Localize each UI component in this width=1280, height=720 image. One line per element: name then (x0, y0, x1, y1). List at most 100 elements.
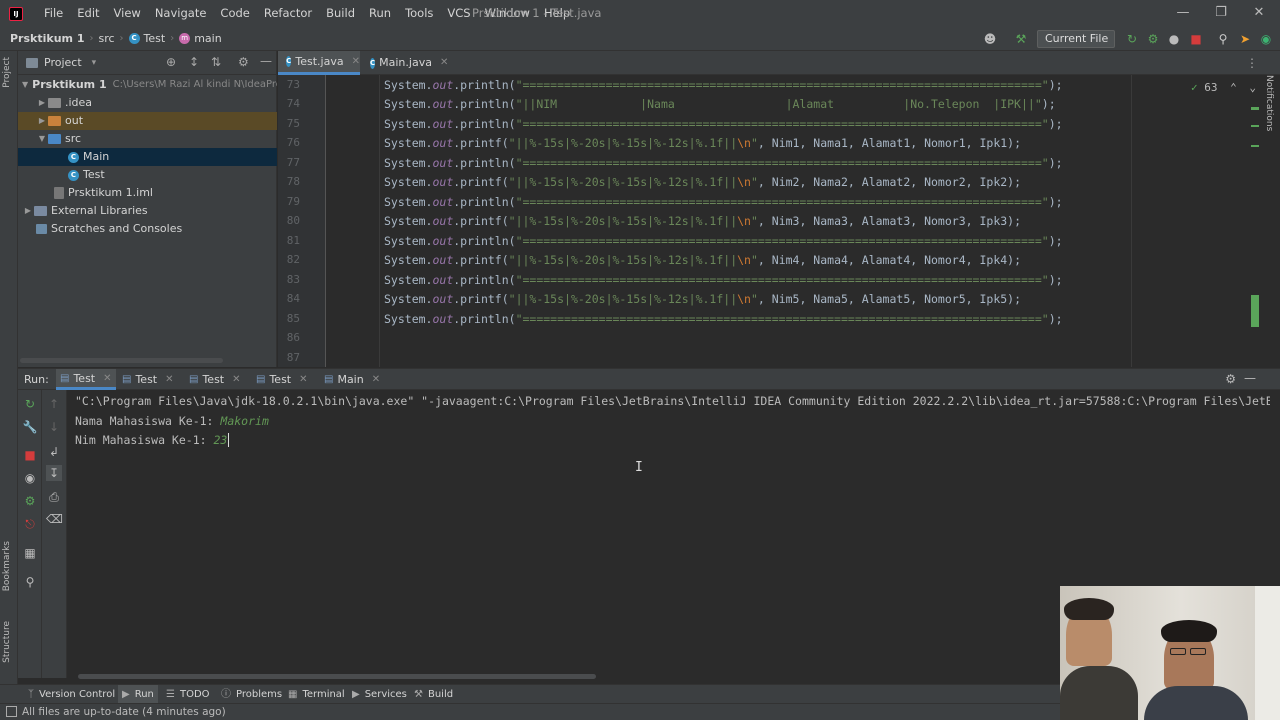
restore-icon[interactable]: ❐ (1202, 0, 1240, 27)
tool-version-control[interactable]: ᛉ Version Control (28, 685, 115, 704)
tab-test-java[interactable]: C Test.java ✕ (278, 51, 360, 75)
hide-icon[interactable]: — (260, 54, 272, 68)
inspection-widget[interactable]: ✓ 63 ⌃ ⌄ (1191, 81, 1256, 94)
exit-icon[interactable]: ⎋ (22, 516, 38, 532)
console-horizontal-scrollbar[interactable] (78, 674, 596, 679)
gear-icon[interactable]: ⚙ (238, 55, 249, 69)
breadcrumb-project[interactable]: Prsktikum 1 (6, 32, 88, 45)
close-tab-icon[interactable]: ✕ (440, 51, 448, 75)
layout-icon[interactable]: ▦ (22, 545, 38, 561)
print-icon[interactable]: ⎙ (46, 489, 62, 505)
person-right-hair (1161, 620, 1217, 642)
menu-tools[interactable]: Tools (398, 0, 440, 27)
close-tab-icon[interactable]: ✕ (372, 369, 380, 390)
tree-item-main[interactable]: C Main (18, 148, 277, 166)
code-editor[interactable]: ✓ 63 ⌃ ⌄ System.out.println("===========… (327, 75, 1280, 367)
camera-icon[interactable]: ◉ (22, 470, 38, 486)
attach-debugger-icon[interactable]: ⚙ (22, 493, 38, 509)
arrow-up-icon[interactable]: ↑ (46, 396, 62, 412)
rerun-icon[interactable]: ↻ (1124, 31, 1140, 47)
update-icon[interactable]: ➤ (1237, 31, 1253, 47)
tree-item-scratches[interactable]: Scratches and Consoles (18, 220, 277, 238)
terminal-icon: ▦ (288, 689, 298, 700)
collapse-all-icon[interactable]: ⇅ (211, 55, 221, 69)
tree-item-out[interactable]: ▶ out (18, 112, 277, 130)
rerun-icon[interactable]: ↻ (22, 396, 38, 412)
close-tab-icon[interactable]: ✕ (352, 50, 360, 74)
project-tool-button[interactable]: Project (2, 57, 12, 88)
locate-icon[interactable]: ⊕ (166, 55, 176, 69)
dropdown-icon[interactable]: ▾ (92, 58, 97, 68)
arrow-down-icon[interactable]: ↓ (46, 419, 62, 435)
debug-icon[interactable]: ⚙ (1145, 31, 1161, 47)
build-hammer-icon[interactable]: ⚒ (1013, 31, 1029, 47)
tool-build[interactable]: ⚒ Build (414, 685, 453, 704)
coverage-icon[interactable]: ● (1166, 31, 1182, 47)
notifications-tool-button[interactable]: Notifications (1264, 75, 1274, 131)
tool-services[interactable]: ▶ Services (352, 685, 407, 704)
scroll-to-end-icon[interactable]: ↧ (46, 465, 62, 481)
tree-item-iml[interactable]: Prsktikum 1.iml (18, 184, 277, 202)
pin-icon[interactable]: ⚲ (22, 574, 38, 590)
tree-item-project-root[interactable]: ▼ Prsktikum 1 C:\Users\M Razi Al kindi N… (18, 76, 277, 94)
breadcrumb-method[interactable]: m main (175, 32, 225, 45)
more-options-icon[interactable]: ⋮ (1246, 56, 1258, 70)
tool-todo[interactable]: ☰ TODO (166, 685, 210, 704)
close-tab-icon[interactable]: ✕ (299, 369, 307, 390)
navigation-bar: Prsktikum 1 › src › C Test › m main ☻ ⚒ Cu… (0, 27, 1280, 61)
trash-icon[interactable]: ⌫ (46, 511, 63, 527)
console-icon: ▤ (256, 374, 266, 385)
menu-edit[interactable]: Edit (70, 0, 106, 27)
tool-problems[interactable]: ⓘ Problems (221, 685, 282, 704)
close-tab-icon[interactable]: ✕ (165, 369, 173, 390)
tree-item-test[interactable]: C Test (18, 166, 277, 184)
tool-terminal[interactable]: ▦ Terminal (288, 685, 345, 704)
menu-navigate[interactable]: Navigate (148, 0, 214, 27)
tree-item-label: Test (83, 168, 105, 181)
run-tab-test[interactable]: ▤ Test ✕ (256, 369, 318, 390)
menu-build[interactable]: Build (319, 0, 362, 27)
close-tab-icon[interactable]: ✕ (103, 368, 111, 389)
menu-view[interactable]: View (107, 0, 148, 27)
menu-run[interactable]: Run (362, 0, 398, 27)
user-icon[interactable]: ☻ (982, 31, 998, 47)
gear-icon[interactable]: ⚙ (1225, 372, 1236, 386)
chevron-up-icon[interactable]: ⌃ (1230, 81, 1237, 94)
change-marker (1251, 125, 1259, 127)
run-tab-test[interactable]: ▤ Test ✕ (122, 369, 184, 390)
expand-all-icon[interactable]: ↕ (189, 55, 199, 69)
tree-item-idea[interactable]: ▶ .idea (18, 94, 277, 112)
tree-item-src[interactable]: ▼ src (18, 130, 277, 148)
structure-tool-button[interactable]: Structure (2, 621, 12, 663)
code-line: System.out.println("====================… (384, 78, 1063, 92)
close-icon[interactable]: ✕ (1240, 0, 1278, 27)
run-tab-main[interactable]: ▤ Main ✕ (324, 369, 390, 390)
wrench-icon[interactable]: 🔧 (22, 419, 38, 435)
breadcrumb-src[interactable]: src (94, 32, 118, 45)
tab-main-java[interactable]: C Main.java ✕ (362, 51, 448, 75)
close-tab-icon[interactable]: ✕ (232, 369, 240, 390)
chevron-down-icon[interactable]: ⌄ (1249, 81, 1256, 94)
run-tab-test[interactable]: ▤ Test ✕ (189, 369, 251, 390)
stop-icon[interactable]: ■ (22, 447, 38, 463)
breadcrumb-class[interactable]: C Test (125, 32, 170, 45)
toggle-panels-icon[interactable] (6, 706, 17, 717)
menu-code[interactable]: Code (213, 0, 256, 27)
minimize-icon[interactable]: — (1164, 0, 1202, 27)
soft-wrap-icon[interactable]: ↲ (46, 444, 62, 460)
menu-refactor[interactable]: Refactor (257, 0, 319, 27)
search-icon[interactable]: ⚲ (1215, 31, 1231, 47)
error-stripe[interactable] (1250, 105, 1259, 330)
tree-item-external-libraries[interactable]: ▶ External Libraries (18, 202, 277, 220)
menu-file[interactable]: File (37, 0, 70, 27)
project-horizontal-scrollbar[interactable] (20, 358, 223, 363)
run-tab-test[interactable]: ▤ Test ✕ (56, 369, 116, 390)
bookmarks-tool-button[interactable]: Bookmarks (2, 541, 12, 591)
project-panel-title[interactable]: Project (44, 56, 82, 69)
tool-run[interactable]: ▶ Run (118, 685, 158, 704)
hide-icon[interactable]: — (1244, 371, 1256, 385)
person-left-body (1060, 666, 1138, 720)
stop-icon[interactable]: ■ (1188, 31, 1204, 47)
run-configuration-select[interactable]: Current File ▾ (1037, 30, 1115, 61)
plugin-icon[interactable]: ◉ (1258, 31, 1274, 47)
